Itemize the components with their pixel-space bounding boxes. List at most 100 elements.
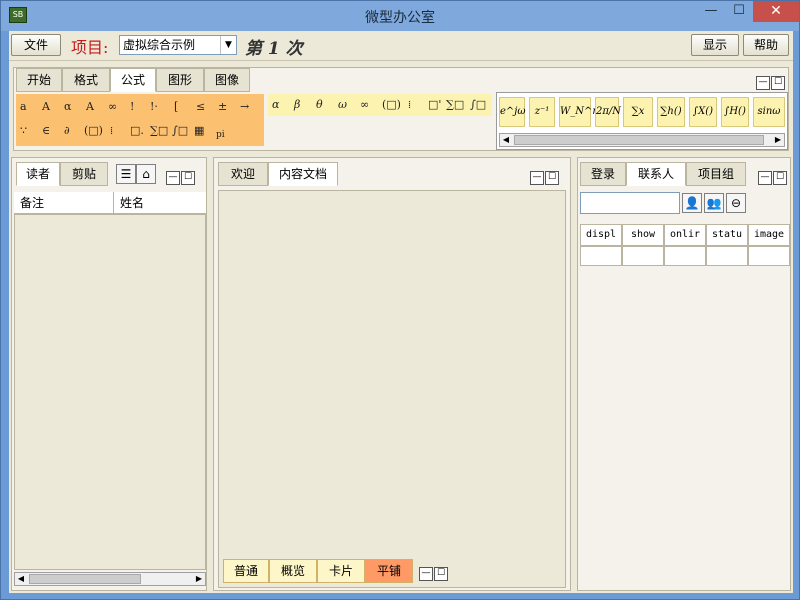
project-select[interactable]: 虚拟综合示例 ▼	[119, 35, 237, 55]
table-cell[interactable]	[622, 246, 664, 266]
column-name[interactable]: 姓名	[114, 192, 206, 214]
symbol-button[interactable]: ∵	[20, 124, 27, 137]
greek-button[interactable]: β	[294, 98, 300, 111]
contact-search-input[interactable]	[580, 192, 680, 214]
table-cell[interactable]	[580, 246, 622, 266]
tab-start[interactable]: 开始	[16, 68, 62, 92]
symbol-button[interactable]: →	[240, 100, 249, 113]
symbol-button[interactable]: ∞	[108, 100, 117, 113]
formula-button[interactable]: ∫X()	[689, 97, 717, 127]
formula-button[interactable]: z⁻¹	[529, 97, 555, 127]
greek-button[interactable]: ∑□	[446, 98, 464, 111]
scroll-left-icon[interactable]: ◀	[15, 573, 27, 585]
scroll-thumb[interactable]	[29, 574, 141, 584]
list-icon[interactable]: ☰	[116, 164, 136, 184]
greek-button[interactable]: α	[272, 98, 279, 111]
symbol-button[interactable]: [	[174, 100, 178, 113]
column-status[interactable]: statu	[706, 224, 748, 246]
minimize-icon[interactable]: —	[756, 76, 770, 90]
formula-button[interactable]: ∫H()	[721, 97, 749, 127]
greek-button[interactable]: ∫□	[470, 98, 486, 111]
restore-icon[interactable]: ☐	[773, 171, 787, 185]
symbol-button[interactable]: ≤	[196, 100, 205, 113]
scroll-right-icon[interactable]: ▶	[772, 134, 784, 146]
tab-formula[interactable]: 公式	[110, 68, 156, 92]
tab-project-group[interactable]: 项目组	[686, 162, 746, 186]
tray-icon[interactable]: ⌂	[136, 164, 156, 184]
add-user-icon[interactable]: 👥	[704, 193, 724, 213]
tab-clipboard[interactable]: 剪贴	[60, 162, 108, 186]
maximize-button[interactable]: ☐	[725, 1, 753, 22]
tab-welcome[interactable]: 欢迎	[218, 162, 268, 186]
minimize-icon[interactable]: —	[530, 171, 544, 185]
greek-button[interactable]: □'	[428, 98, 441, 111]
reader-scrollbar[interactable]: ◀ ▶	[14, 572, 206, 586]
view-card[interactable]: 卡片	[317, 559, 365, 583]
column-display[interactable]: displ	[580, 224, 622, 246]
reader-list-body[interactable]	[14, 214, 206, 570]
tab-readers[interactable]: 读者	[16, 162, 60, 186]
view-normal[interactable]: 普通	[223, 559, 269, 583]
formula-button[interactable]: ∑h()	[657, 97, 685, 127]
column-image[interactable]: image	[748, 224, 790, 246]
column-online[interactable]: onlir	[664, 224, 706, 246]
table-cell[interactable]	[748, 246, 790, 266]
formula-button[interactable]: e^jω	[499, 97, 526, 127]
tab-graphics[interactable]: 图形	[156, 68, 204, 92]
restore-icon[interactable]: ☐	[434, 567, 448, 581]
remove-user-icon[interactable]: ⊖	[726, 193, 746, 213]
minimize-icon[interactable]: —	[166, 171, 180, 185]
view-overview[interactable]: 概览	[269, 559, 317, 583]
help-button[interactable]: 帮助	[743, 34, 789, 56]
greek-button[interactable]: ⁞	[408, 98, 411, 111]
formula-button[interactable]: sinω	[753, 97, 785, 127]
scroll-right-icon[interactable]: ▶	[193, 573, 205, 585]
minimize-icon[interactable]: —	[419, 567, 433, 581]
scroll-thumb[interactable]	[514, 135, 764, 145]
symbol-button[interactable]: ∫□	[172, 124, 188, 137]
greek-button[interactable]: θ	[316, 98, 323, 111]
minimize-icon[interactable]: —	[758, 171, 772, 185]
show-button[interactable]: 显示	[691, 34, 739, 56]
formula-button[interactable]: W_N^nk	[559, 97, 605, 127]
title-bar[interactable]: SB 微型办公室 — ☐ ✕	[1, 1, 799, 31]
symbol-button[interactable]: Α	[86, 100, 94, 113]
minimize-button[interactable]: —	[697, 1, 725, 22]
symbol-button[interactable]: A	[42, 100, 50, 113]
close-button[interactable]: ✕	[753, 1, 799, 22]
restore-icon[interactable]: ☐	[181, 171, 195, 185]
symbol-button[interactable]: ∈	[42, 124, 50, 137]
symbol-button[interactable]: ∑□	[150, 124, 168, 137]
symbol-button[interactable]: □.	[130, 124, 144, 137]
restore-icon[interactable]: ☐	[545, 171, 559, 185]
column-show[interactable]: show	[622, 224, 664, 246]
greek-button[interactable]: ω	[338, 98, 347, 111]
view-tile[interactable]: 平铺	[365, 559, 413, 583]
symbol-button[interactable]: ▦	[194, 124, 204, 137]
symbol-button[interactable]: a	[20, 100, 27, 113]
symbol-button[interactable]: pi	[216, 130, 225, 140]
document-area[interactable]: 普通 概览 卡片 平铺 — ☐	[218, 190, 566, 588]
user-icon[interactable]: 👤	[682, 193, 702, 213]
symbol-button[interactable]: ∂	[64, 124, 70, 137]
tab-login[interactable]: 登录	[580, 162, 626, 186]
tab-image[interactable]: 图像	[204, 68, 250, 92]
symbol-button[interactable]: (□)	[84, 124, 103, 137]
formula-button[interactable]: 2π/N	[595, 97, 621, 127]
symbol-button[interactable]: ±	[218, 100, 227, 113]
greek-button[interactable]: (□)	[382, 98, 401, 111]
formula-button[interactable]: ∑x	[623, 97, 653, 127]
tab-content-docs[interactable]: 内容文档	[268, 162, 338, 186]
restore-icon[interactable]: ☐	[771, 76, 785, 90]
tab-contacts[interactable]: 联系人	[626, 162, 686, 186]
table-cell[interactable]	[664, 246, 706, 266]
formula-scrollbar[interactable]: ◀ ▶	[499, 133, 785, 147]
table-cell[interactable]	[706, 246, 748, 266]
greek-button[interactable]: ∞	[360, 98, 369, 111]
scroll-left-icon[interactable]: ◀	[500, 134, 512, 146]
symbol-button[interactable]: !·	[150, 100, 158, 113]
symbol-button[interactable]: !	[130, 100, 134, 113]
symbol-button[interactable]: α	[64, 100, 71, 113]
symbol-button[interactable]: ⁞	[110, 124, 113, 137]
column-notes[interactable]: 备注	[14, 192, 114, 214]
